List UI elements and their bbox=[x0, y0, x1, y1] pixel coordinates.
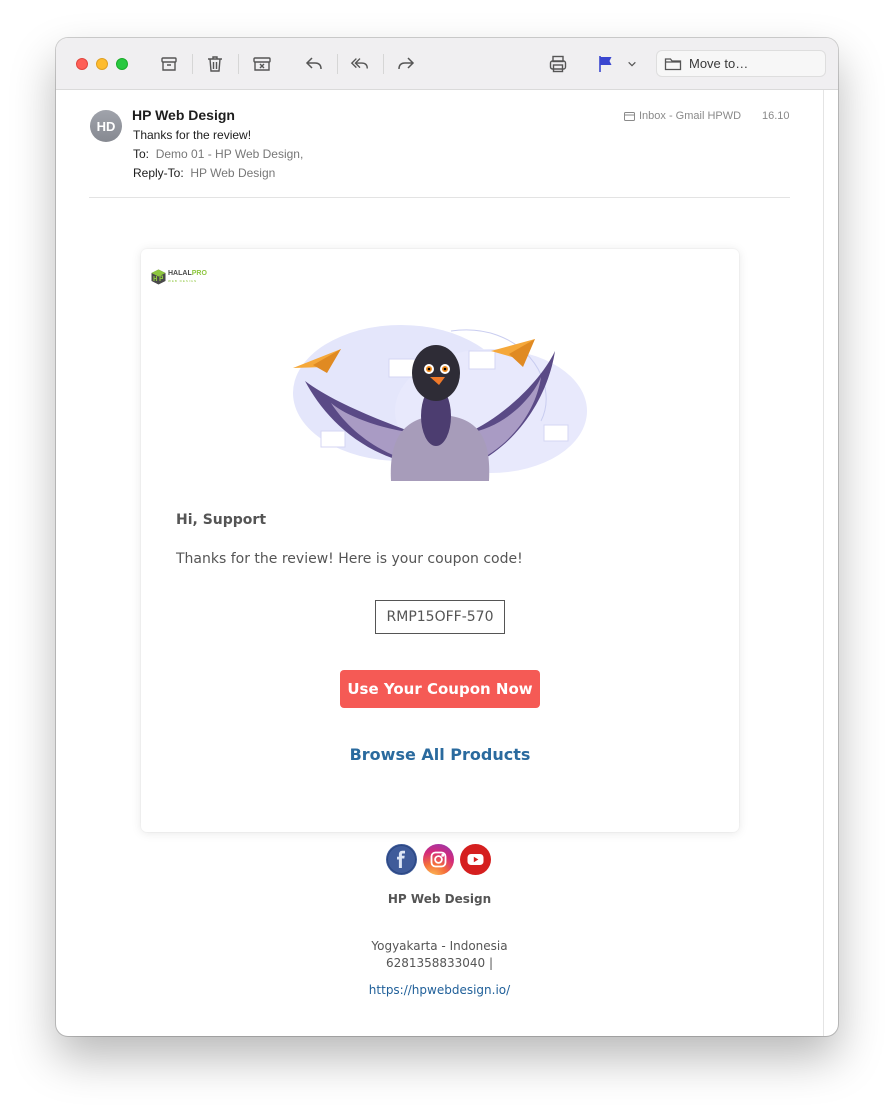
youtube-icon[interactable] bbox=[460, 844, 491, 875]
forward-icon[interactable] bbox=[394, 52, 418, 76]
move-to-button[interactable]: Move to… bbox=[656, 50, 826, 77]
brand-logo[interactable]: HALALPRO WEB DESIGN bbox=[151, 269, 207, 285]
mailbox-icon bbox=[624, 111, 635, 121]
footer-company: HP Web Design bbox=[387, 892, 492, 906]
pigeon-illustration bbox=[293, 325, 587, 481]
logo-subtext: WEB DESIGN bbox=[168, 278, 198, 283]
reply-all-icon[interactable] bbox=[348, 52, 372, 76]
logo-text-pro: PRO bbox=[191, 269, 207, 277]
trash-icon[interactable] bbox=[203, 52, 227, 76]
zoom-window-button[interactable] bbox=[116, 58, 128, 70]
facebook-icon[interactable] bbox=[386, 844, 417, 875]
social-links bbox=[386, 844, 491, 875]
mailbox-label: Inbox - Gmail HPWD bbox=[624, 110, 741, 122]
toolbar-separator bbox=[192, 54, 193, 74]
coupon-code-box: RMP15OFF-570 bbox=[375, 600, 505, 634]
use-coupon-button[interactable]: Use Your Coupon Now bbox=[340, 670, 540, 708]
message-header: HD HP Web Design Thanks for the review! … bbox=[56, 90, 823, 198]
greeting-text: Hi, Support bbox=[176, 512, 267, 528]
close-window-button[interactable] bbox=[76, 58, 88, 70]
footer-website-link[interactable]: https://hpwebdesign.io/ bbox=[56, 983, 823, 997]
reply-icon[interactable] bbox=[302, 52, 326, 76]
email-card: HALALPRO WEB DESIGN Hi, Support Thanks f… bbox=[141, 249, 739, 832]
message-time: 16.10 bbox=[762, 110, 790, 122]
reply-to-line: Reply-To: HP Web Design bbox=[133, 166, 275, 180]
reply-to-address[interactable]: HP Web Design bbox=[190, 166, 275, 180]
junk-icon[interactable] bbox=[250, 52, 274, 76]
browse-products-link[interactable]: Browse All Products bbox=[141, 745, 739, 764]
logo-icon bbox=[151, 269, 166, 285]
sender-name[interactable]: HP Web Design bbox=[132, 107, 235, 123]
to-label: To: bbox=[133, 147, 150, 161]
body-text: Thanks for the review! Here is your coup… bbox=[176, 551, 523, 567]
logo-text-halal: HALAL bbox=[168, 269, 192, 277]
to-recipient[interactable]: Demo 01 - HP Web Design, bbox=[156, 147, 304, 161]
header-divider bbox=[89, 197, 790, 198]
chevron-down-icon[interactable] bbox=[624, 52, 640, 76]
reply-to-label: Reply-To: bbox=[133, 166, 184, 180]
print-icon[interactable] bbox=[546, 52, 570, 76]
toolbar-separator bbox=[337, 54, 338, 74]
message-subject: Thanks for the review! bbox=[133, 128, 252, 142]
mailbox-name: Inbox - Gmail HPWD bbox=[639, 110, 742, 122]
toolbar: Move to… bbox=[56, 38, 838, 90]
footer-phone: 6281358833040 | bbox=[385, 956, 494, 970]
move-to-label: Move to… bbox=[689, 56, 749, 71]
to-line: To: Demo 01 - HP Web Design, bbox=[133, 147, 303, 161]
logo-wordmark: HALALPRO WEB DESIGN bbox=[168, 270, 207, 285]
footer-address: Yogyakarta - Indonesia bbox=[371, 939, 508, 953]
folder-icon bbox=[664, 57, 682, 70]
archive-icon[interactable] bbox=[157, 52, 181, 76]
minimize-window-button[interactable] bbox=[96, 58, 108, 70]
mail-window: Move to… HD HP Web Design Thanks for the… bbox=[56, 38, 838, 1036]
instagram-icon[interactable] bbox=[423, 844, 454, 875]
toolbar-separator bbox=[238, 54, 239, 74]
toolbar-separator bbox=[383, 54, 384, 74]
flag-icon[interactable] bbox=[594, 52, 618, 76]
avatar: HD bbox=[90, 110, 122, 142]
scrollbar-track[interactable] bbox=[823, 90, 824, 1036]
